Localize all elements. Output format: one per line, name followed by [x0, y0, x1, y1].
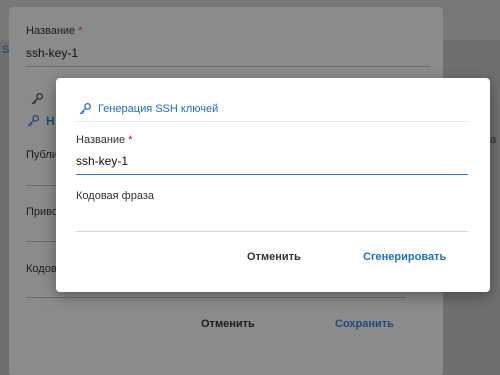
key-icon[interactable]: [30, 92, 44, 106]
passphrase-input-underline: [76, 231, 468, 232]
modal-header: Генерация SSH ключей: [78, 102, 218, 116]
cancel-button[interactable]: Отменить: [247, 251, 301, 263]
generate-button[interactable]: Сгенерировать: [363, 251, 446, 263]
passphrase-label: Кодов: [26, 263, 57, 275]
public-key-label: Публи: [26, 149, 58, 161]
key-tab-icon[interactable]: [26, 114, 40, 128]
name-field-underline: [26, 66, 430, 67]
name-field-label: Название *: [26, 25, 83, 37]
name-field-label: Название *: [76, 134, 133, 146]
passphrase-field-label: Кодовая фраза: [76, 190, 154, 202]
name-input[interactable]: [76, 153, 468, 169]
key-icon: [79, 102, 92, 115]
header-divider: [76, 121, 468, 122]
name-field-value[interactable]: ssh-key-1: [26, 46, 78, 60]
generate-tab-label[interactable]: Н: [46, 114, 55, 128]
modal-title: Генерация SSH ключей: [98, 103, 219, 115]
save-button[interactable]: Сохранить: [335, 318, 394, 330]
passphrase-underline: [26, 297, 406, 298]
private-key-underline: [26, 241, 56, 242]
public-key-underline: [26, 185, 56, 186]
name-input-underline: [76, 174, 468, 175]
private-key-label: Приво: [26, 206, 59, 218]
cancel-button[interactable]: Отменить: [201, 318, 255, 330]
generate-ssh-keys-modal: Генерация SSH ключей Название * Кодовая …: [56, 78, 490, 292]
passphrase-input[interactable]: [76, 210, 468, 226]
